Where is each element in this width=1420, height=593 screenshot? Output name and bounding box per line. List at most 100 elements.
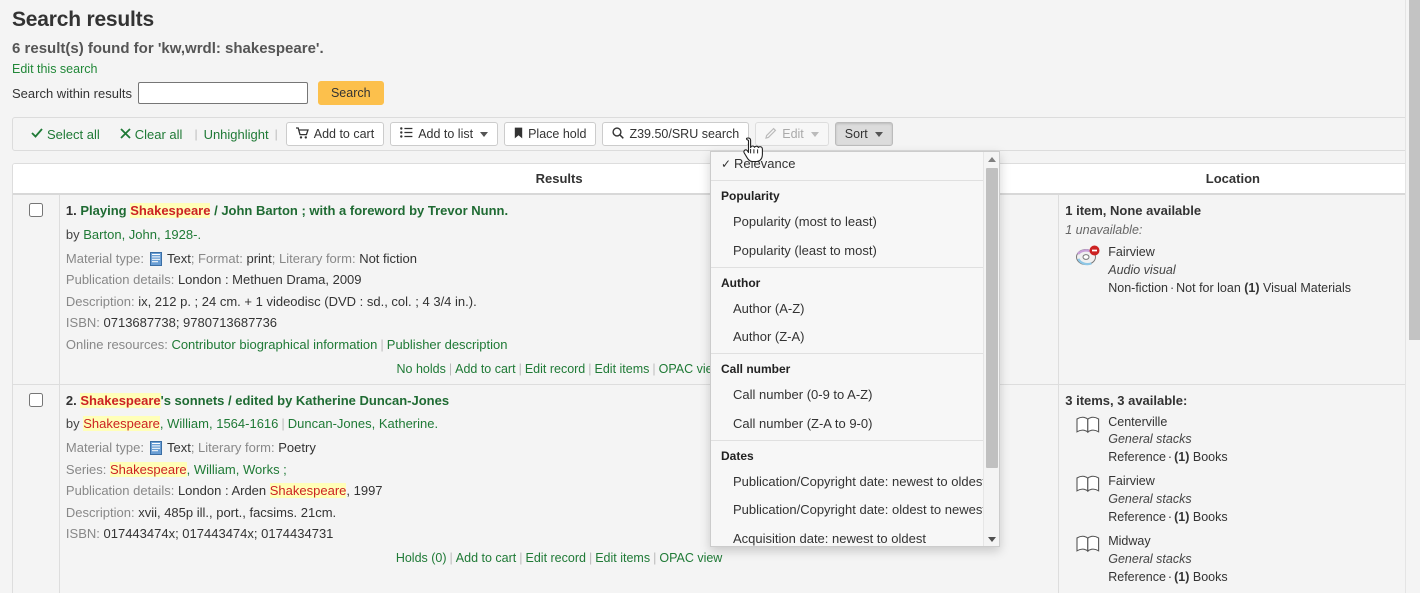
holding-item: Fairview Audio visual Non-fiction·Not fo… [1065,243,1401,297]
sort-menu-scrollbar[interactable] [983,152,999,546]
sort-option-label: Relevance [734,156,795,171]
action-add-to-cart[interactable]: Add to cart [456,551,516,565]
clear-all-link[interactable]: Clear all [110,127,193,142]
sort-option-pubdate-newest[interactable]: Publication/Copyright date: newest to ol… [711,468,983,496]
record-title-link[interactable]: Playing Shakespeare / John Barton ; with… [80,203,508,218]
description-label: Description: [66,505,135,520]
isbn-label: ISBN: [66,315,100,330]
page-scrollbar-thumb[interactable] [1409,0,1420,340]
sort-option-author-za[interactable]: Author (Z-A) [711,323,983,351]
title-highlight: Shakespeare [80,393,160,408]
unavailable-note: 1 unavailable: [1065,223,1401,237]
series-link[interactable]: Shakespeare, William, Works ; [110,462,287,477]
holding-count: (1) [1244,281,1259,295]
literary-form-value: Poetry [278,440,316,455]
link-separator: | [650,551,659,565]
isbn-label: ISBN: [66,526,100,541]
z3950-search-button[interactable]: Z39.50/SRU search [602,122,749,146]
availability-summary: 1 item, None available [1065,203,1401,218]
search-results-page: Search results 6 result(s) found for 'kw… [0,0,1420,593]
link-separator: | [447,551,456,565]
description-label: Description: [66,294,135,309]
sort-option-acqdate-newest[interactable]: Acquisition date: newest to oldest [711,525,983,547]
scrollbar-thumb[interactable] [986,168,998,468]
action-holds[interactable]: No holds [397,362,446,376]
search-button[interactable]: Search [318,81,384,105]
link-separator: | [586,551,595,565]
result-count-text: 6 result(s) found for 'kw,wrdl: shakespe… [0,36,1420,59]
action-opac-view[interactable]: OPAC view [659,551,722,565]
holding-branch: Midway [1108,534,1150,548]
author-link[interactable]: Barton, John, 1928-. [83,227,201,242]
pencil-icon [765,127,777,142]
holding-callnumber: Non-fiction·Not for loan (1) Visual Mate… [1108,281,1351,295]
sort-group-header-author: Author [711,270,983,295]
holding-text: Midway General stacks Reference·(1) Book… [1108,532,1227,586]
place-hold-button[interactable]: Place hold [504,122,596,146]
link-separator: | [649,362,658,376]
sort-group-header-callnumber: Call number [711,356,983,381]
sort-dropdown-menu: ✓Relevance Popularity Popularity (most t… [710,151,1000,547]
action-edit-items[interactable]: Edit items [595,362,650,376]
bookmark-icon [514,127,523,142]
check-icon [31,127,43,141]
row-checkbox-cell [13,194,59,384]
link-separator: | [516,551,525,565]
holding-count: (1) [1174,510,1189,524]
publication-details-label: Publication details: [66,483,174,498]
by-prefix: by [66,227,83,242]
sort-option-author-az[interactable]: Author (A-Z) [711,295,983,323]
sort-option-pubdate-oldest[interactable]: Publication/Copyright date: oldest to ne… [711,496,983,524]
action-edit-record[interactable]: Edit record [526,551,586,565]
format-value: print [246,251,271,266]
add-to-cart-button[interactable]: Add to cart [286,122,384,146]
action-edit-record[interactable]: Edit record [525,362,585,376]
action-edit-items[interactable]: Edit items [595,551,650,565]
sort-option-popularity-least[interactable]: Popularity (least to most) [711,237,983,265]
select-all-link[interactable]: Select all [21,127,110,142]
search-within-input[interactable] [138,82,308,104]
select-record-checkbox[interactable] [29,203,43,217]
edit-this-search-link[interactable]: Edit this search [12,62,97,76]
online-resource-link[interactable]: Publisher description [387,337,508,352]
author-link[interactable]: Shakespeare, William, 1564-1616 [83,416,278,431]
holding-itemtype: Books [1193,570,1228,584]
author-link[interactable]: Duncan-Jones, Katherine. [288,416,438,431]
cart-icon [296,127,309,142]
edit-search-row: Edit this search [0,59,1420,76]
z3950-search-label: Z39.50/SRU search [629,127,739,141]
online-resource-link[interactable]: Contributor biographical information [171,337,377,352]
sort-option-callnumber-asc[interactable]: Call number (0-9 to A-Z) [711,381,983,409]
location-cell: 1 item, None available 1 unavailable: [1059,194,1407,384]
sort-option-relevance[interactable]: ✓Relevance [711,151,983,178]
isbn-value: 0713687738; 9780713687736 [104,315,278,330]
menu-divider [711,267,983,268]
toolbar-separator-2: | [273,127,280,141]
select-record-checkbox[interactable] [29,393,43,407]
scroll-up-arrow[interactable] [984,152,1000,166]
book-available-icon [1075,534,1101,556]
column-header-location: Location [1059,164,1407,194]
sort-option-callnumber-desc[interactable]: Call number (Z-A to 9-0) [711,410,983,438]
page-scrollbar[interactable] [1405,0,1420,593]
title-part: 's sonnets / edited by Katherine Duncan-… [161,393,449,408]
holding-item: Centerville General stacks Reference·(1)… [1065,413,1401,467]
sort-option-popularity-most[interactable]: Popularity (most to least) [711,208,983,236]
by-prefix: by [66,416,83,431]
publication-details-value: London : Arden Shakespeare, 1997 [178,483,383,498]
action-add-to-cart[interactable]: Add to cart [455,362,515,376]
record-title-link[interactable]: Shakespeare's sonnets / edited by Kather… [80,393,449,408]
record-actions-row: Holds (0)|Add to cart|Edit record|Edit i… [66,551,1052,565]
add-to-list-button[interactable]: Add to list [390,122,498,146]
scroll-down-arrow[interactable] [984,532,1000,546]
holding-shelf: Audio visual [1108,263,1175,277]
material-type-label: Material type: [66,251,144,266]
unhighlight-link[interactable]: Unhighlight [200,127,273,142]
search-within-results: Search within results Search [0,76,1420,105]
book-icon [150,441,162,455]
holding-branch: Fairview [1108,245,1155,259]
action-holds[interactable]: Holds (0) [396,551,447,565]
record-number: 1. [66,203,77,218]
sort-button[interactable]: Sort [835,122,893,146]
callnumber-value: Reference [1108,570,1166,584]
